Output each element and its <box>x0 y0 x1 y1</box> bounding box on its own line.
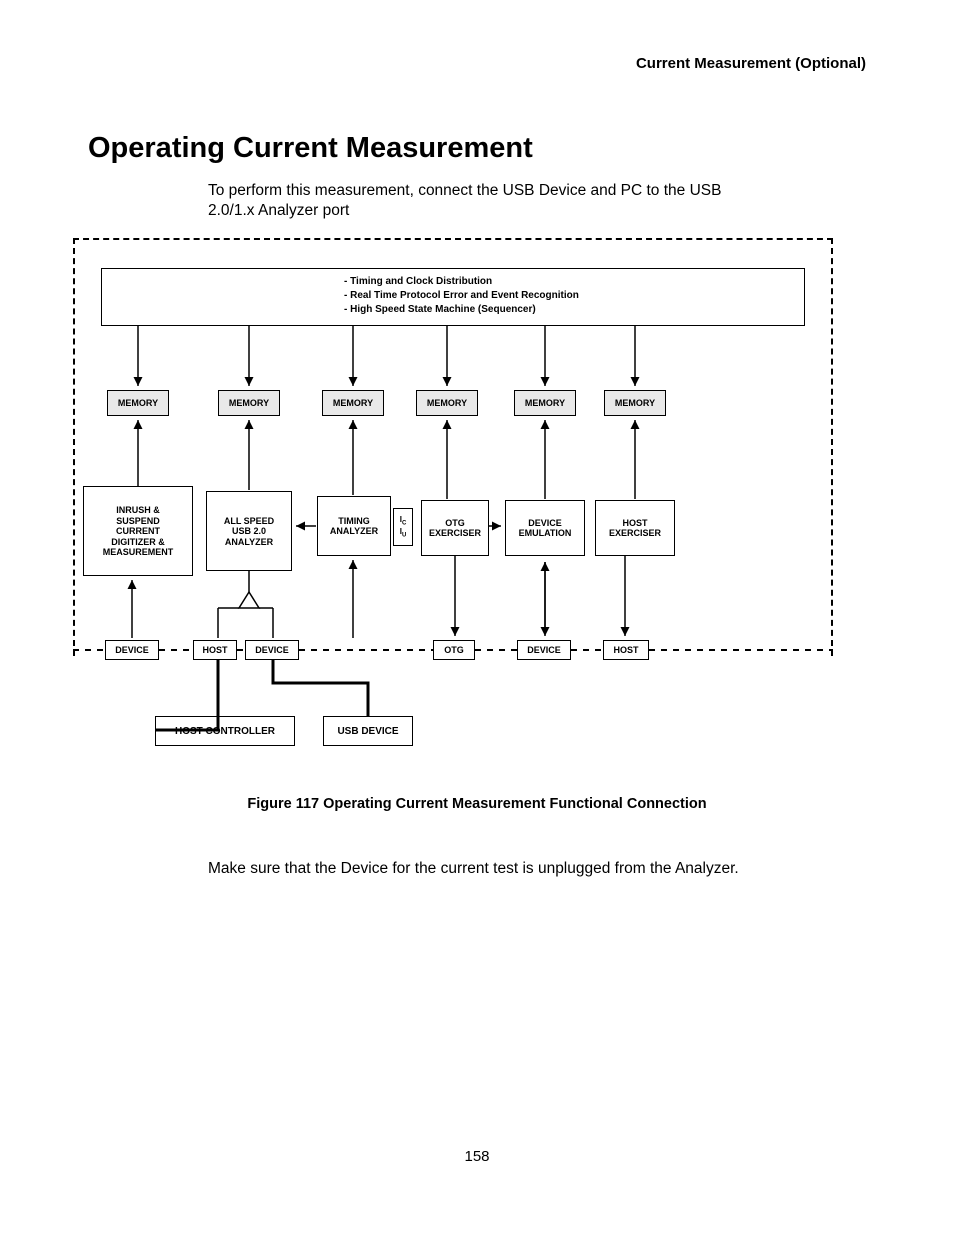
port-device-2: DEVICE <box>245 640 299 660</box>
page-title: Operating Current Measurement <box>88 132 866 165</box>
topbar-line3: - High Speed State Machine (Sequencer) <box>344 303 794 317</box>
topbar-line1: - Timing and Clock Distribution <box>344 275 794 289</box>
port-host-1: HOST <box>193 640 237 660</box>
memory-box-2: MEMORY <box>218 390 280 416</box>
memory-box-5: MEMORY <box>514 390 576 416</box>
inrush-block: INRUSH & SUSPEND CURRENT DIGITIZER & MEA… <box>83 486 193 576</box>
timing-analyzer-block: TIMING ANALYZER <box>317 496 391 556</box>
topbar-line2: - Real Time Protocol Error and Event Rec… <box>344 289 794 303</box>
port-host-2: HOST <box>603 640 649 660</box>
note-paragraph: Make sure that the Device for the curren… <box>208 860 866 878</box>
analyzer-block: ALL SPEED USB 2.0 ANALYZER <box>206 491 292 571</box>
ic-iu-block: IC IU <box>393 508 413 546</box>
memory-box-4: MEMORY <box>416 390 478 416</box>
otg-exerciser-block: OTG EXERCISER <box>421 500 489 556</box>
running-head: Current Measurement (Optional) <box>88 55 866 72</box>
device-emulation-block: DEVICE EMULATION <box>505 500 585 556</box>
page-number: 158 <box>88 1148 866 1165</box>
port-device-1: DEVICE <box>105 640 159 660</box>
memory-box-3: MEMORY <box>322 390 384 416</box>
diagram-container: - Timing and Clock Distribution - Real T… <box>73 238 833 768</box>
intro-paragraph: To perform this measurement, connect the… <box>208 181 728 223</box>
port-device-3: DEVICE <box>517 640 571 660</box>
figure-caption: Figure 117 Operating Current Measurement… <box>88 796 866 812</box>
memory-box-1: MEMORY <box>107 390 169 416</box>
memory-box-6: MEMORY <box>604 390 666 416</box>
host-controller-box: HOST CONTROLLER <box>155 716 295 746</box>
usb-device-box: USB DEVICE <box>323 716 413 746</box>
port-otg: OTG <box>433 640 475 660</box>
top-bar: - Timing and Clock Distribution - Real T… <box>101 268 805 326</box>
host-exerciser-block: HOST EXERCISER <box>595 500 675 556</box>
